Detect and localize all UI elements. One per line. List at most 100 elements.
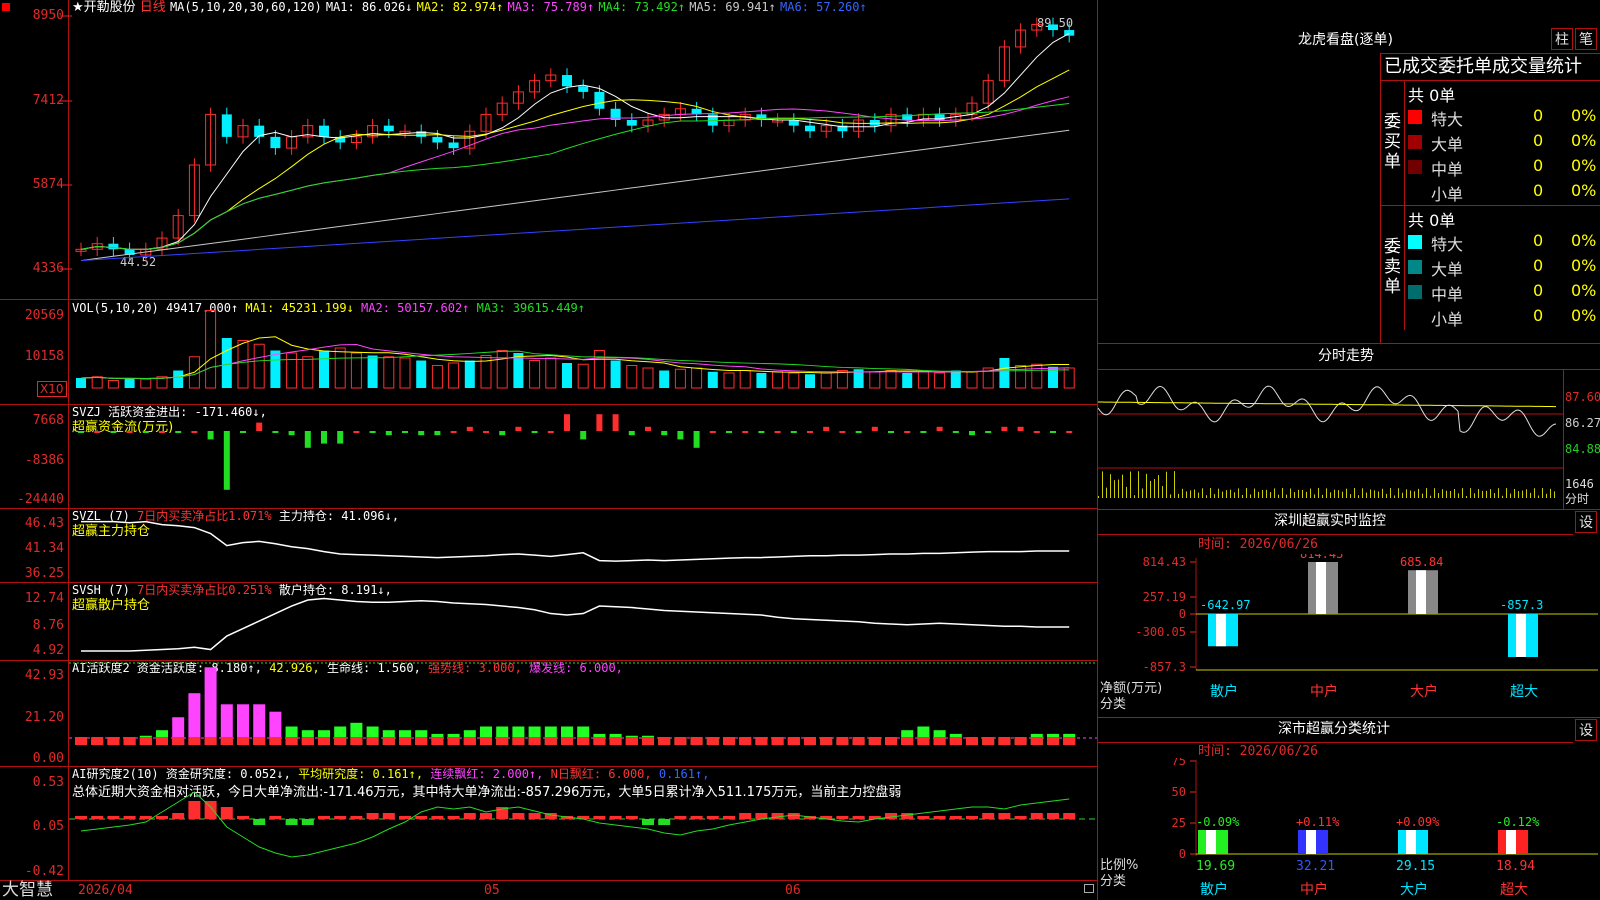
activity-base-bar <box>350 737 363 745</box>
intraday-volume-bar <box>1258 491 1259 498</box>
research-bar <box>447 816 460 819</box>
ai-active-axis-label: 42.93 <box>24 668 64 683</box>
volume-bar <box>562 363 572 388</box>
volume-bar <box>124 378 135 388</box>
research-bar <box>139 816 152 819</box>
price-axis-label: 8950 <box>32 8 64 23</box>
intraday-volume-bar <box>1330 492 1331 498</box>
intraday-volume-bar <box>1470 488 1471 498</box>
bar-mode-button[interactable]: 柱 <box>1551 28 1573 50</box>
ai-research-axis-label: 0.05 <box>32 819 64 834</box>
volume-bar <box>221 338 232 388</box>
intraday-title: 分时走势 <box>1318 348 1374 364</box>
activity-base-bar <box>852 737 865 745</box>
intraday-volume-bar <box>1118 479 1119 498</box>
fund-flow-bar <box>434 431 441 436</box>
sz-class-bar <box>1198 830 1228 854</box>
sz-class-category: 大户 <box>1400 881 1428 898</box>
intraday-volume-bar <box>1142 488 1143 498</box>
intraday-volume-bar <box>1418 488 1419 498</box>
lock-icon[interactable] <box>1084 884 1094 893</box>
sz-monitor-bar-chart[interactable]: 814.43 257.19 0 -300.05 -857.3 -642.97 散户 814.4… <box>1098 554 1600 704</box>
fund-flow-bar <box>240 431 246 433</box>
activity-base-bar <box>285 737 298 745</box>
research-bar <box>1030 813 1043 819</box>
sz-monitor-category: 超大 <box>1510 684 1538 700</box>
fund-flow-bar <box>466 426 473 431</box>
volume-bar <box>464 360 475 388</box>
sz-class-bar-chart[interactable]: 75 50 25 0 -0.09% 19.69 散户 +0.11% 32.21 中户 +0.09% 2… <box>1098 758 1600 900</box>
intraday-volume-bar <box>1438 493 1439 498</box>
candle-body <box>562 75 572 87</box>
intraday-volume-bar <box>1358 495 1359 498</box>
activity-base-bar <box>156 737 168 745</box>
vol-axis-label: 20569 <box>24 308 64 323</box>
volume-bar <box>772 371 784 389</box>
intraday-volume-bar <box>1426 488 1427 498</box>
activity-base-bar <box>91 737 104 745</box>
intraday-chart[interactable] <box>1098 370 1563 508</box>
research-bar <box>852 816 865 819</box>
fund-flow-chart[interactable] <box>69 405 1097 508</box>
activity-base-bar <box>544 737 557 745</box>
volume-bar <box>820 372 832 389</box>
intraday-volume-bar <box>1430 495 1431 498</box>
intraday-volume-bar <box>1398 488 1399 498</box>
activity-base-bar <box>577 737 590 745</box>
research-bar <box>966 816 978 819</box>
fund-flow-bar <box>628 431 635 436</box>
buy-row-percent: 0% <box>1571 106 1597 125</box>
app-logo: 大智慧 <box>2 880 53 900</box>
activity-base-bar <box>496 737 509 745</box>
sz-class-settings-button[interactable]: 设 <box>1575 719 1597 741</box>
intraday-axis-label: 84.88 <box>1565 442 1600 456</box>
candle-body <box>432 136 443 143</box>
intraday-volume-bar <box>1378 491 1379 498</box>
ai-active-chart[interactable] <box>69 661 1097 766</box>
fund-flow-bar <box>1017 426 1024 431</box>
fund-flow-bar <box>304 431 311 448</box>
buy-row-color-swatch <box>1408 185 1422 199</box>
ai-research-chart[interactable] <box>69 767 1097 880</box>
buy-orders-label: 委买单 <box>1384 112 1401 172</box>
volume-bar <box>416 360 427 388</box>
buy-row-volume: 0 <box>1533 106 1544 125</box>
activity-base-bar <box>755 737 768 745</box>
main-holding-chart[interactable] <box>69 509 1097 582</box>
intraday-volume-bar <box>1462 488 1463 498</box>
volume-bar <box>270 350 281 388</box>
activity-base-bar <box>463 737 476 745</box>
fund-flow-bar <box>191 431 198 433</box>
candlestick-chart[interactable] <box>69 0 1097 299</box>
intraday-volume-bar <box>1278 494 1279 498</box>
buy-row-percent: 0% <box>1571 131 1597 150</box>
sz-monitor-xlabel: 分类 <box>1100 697 1127 712</box>
sz-class-percent: 18.94 <box>1496 859 1535 874</box>
sz-monitor-settings-button[interactable]: 设 <box>1575 511 1597 533</box>
activity-base-bar <box>447 737 460 745</box>
average-price-line <box>1098 401 1556 408</box>
intraday-volume-bar <box>1442 489 1443 498</box>
candle-body <box>594 91 605 109</box>
buy-total: 共 0单 <box>1408 86 1456 105</box>
activity-base-bar <box>998 737 1011 745</box>
volume-bar <box>334 347 346 389</box>
main-chart-area[interactable]: ★开勒股份 日线 MA(5,10,20,30,60,120) MA1: 86.0… <box>0 0 1098 900</box>
research-bar <box>107 816 120 819</box>
volume-chart[interactable] <box>69 300 1097 404</box>
research-bar <box>188 801 201 819</box>
fund-flow-bar <box>337 431 344 444</box>
retail-holding-chart[interactable] <box>69 583 1097 660</box>
sz-class-axis-label: 25 <box>1172 816 1186 830</box>
dragon-header: 已成交委托单成交量统计 <box>1384 56 1582 77</box>
pen-mode-button[interactable]: 笔 <box>1575 28 1597 50</box>
intraday-volume-bar <box>1382 488 1383 498</box>
research-bar <box>350 816 363 819</box>
sell-row-name: 大单 <box>1431 260 1464 279</box>
sell-row-percent: 0% <box>1571 281 1597 300</box>
sz-monitor-bar <box>1508 614 1538 657</box>
research-bar <box>269 816 282 819</box>
fund-flow-bar <box>1066 431 1073 433</box>
research-bar <box>836 816 849 819</box>
intraday-axis-label: 86.27 <box>1565 416 1600 430</box>
